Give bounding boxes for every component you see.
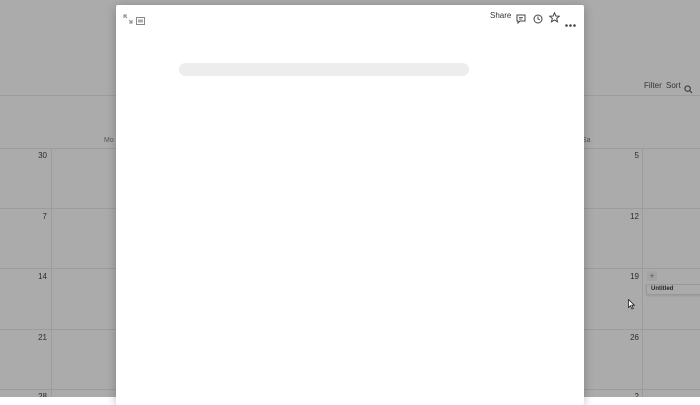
loading-placeholder — [179, 63, 469, 76]
page-peek-modal: Share — [116, 5, 584, 405]
modal-topbar: Share — [116, 5, 584, 27]
comment-icon[interactable] — [516, 11, 526, 29]
mouse-cursor-icon — [628, 297, 636, 315]
expand-icon[interactable] — [123, 11, 133, 29]
star-icon[interactable] — [548, 10, 561, 28]
more-icon[interactable] — [565, 14, 576, 32]
open-as-page-icon[interactable] — [136, 12, 145, 30]
history-icon[interactable] — [533, 11, 543, 29]
share-button[interactable]: Share — [490, 11, 511, 20]
